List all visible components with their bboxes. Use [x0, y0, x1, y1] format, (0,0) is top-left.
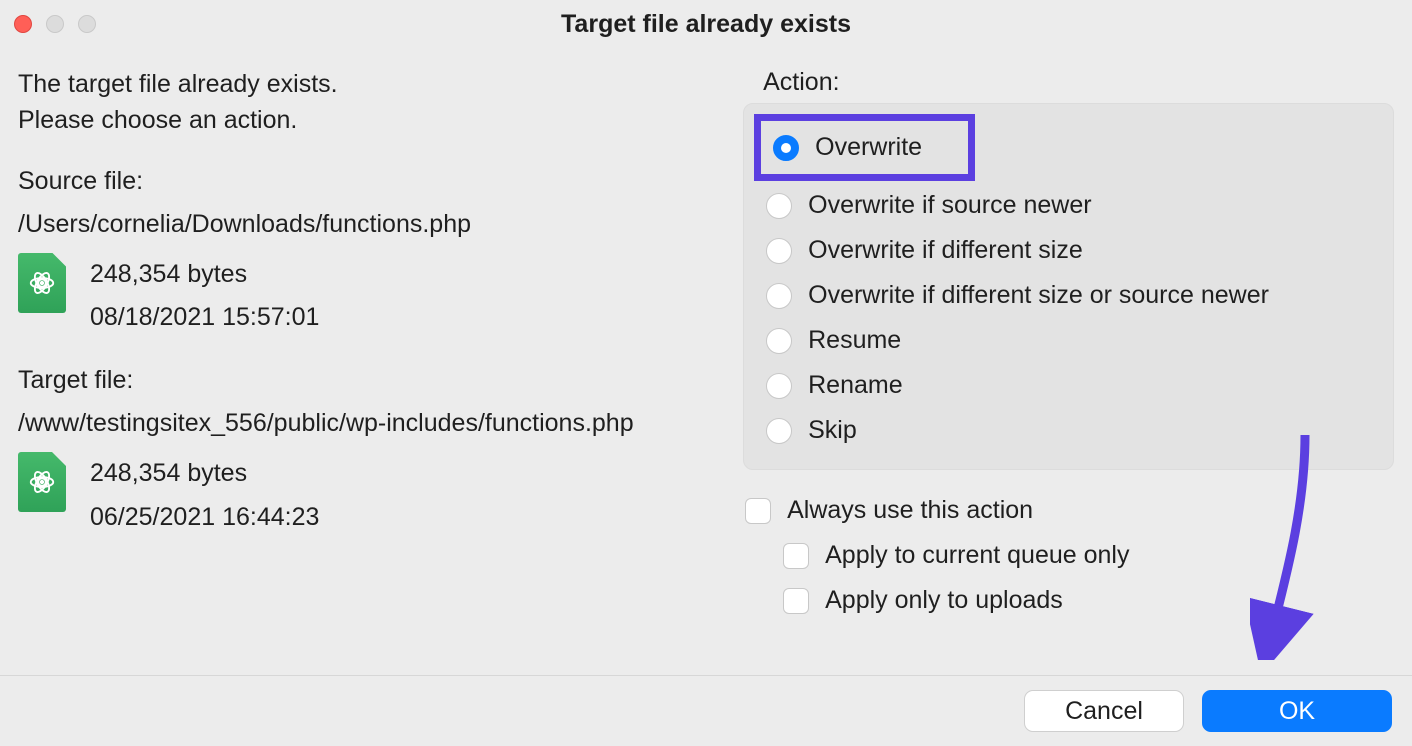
radio-icon: [766, 193, 792, 219]
source-file-date: 08/18/2021 15:57:01: [90, 296, 319, 340]
right-panel: Action: Overwrite Overwrite if source ne…: [743, 66, 1394, 623]
target-file-size: 248,354 bytes: [90, 452, 319, 496]
button-label: OK: [1279, 697, 1315, 726]
action-group-label: Action:: [763, 68, 1394, 97]
radio-label: Overwrite if source newer: [808, 191, 1091, 220]
source-file-info: 248,354 bytes 08/18/2021 15:57:01: [18, 253, 723, 341]
message-line: The target file already exists.: [18, 66, 723, 102]
checkbox-label: Apply only to uploads: [825, 586, 1063, 615]
radio-icon: [773, 135, 799, 161]
radio-label: Overwrite if different size or source ne…: [808, 281, 1269, 310]
source-file-path: /Users/cornelia/Downloads/functions.php: [18, 210, 723, 239]
annotation-highlight: Overwrite: [754, 114, 975, 181]
radio-resume[interactable]: Resume: [760, 318, 1377, 363]
titlebar: Target file already exists: [0, 0, 1412, 48]
checkbox-label: Always use this action: [787, 496, 1033, 525]
checkbox-icon: [783, 543, 809, 569]
target-file-path: /www/testingsitex_556/public/wp-includes…: [18, 409, 723, 438]
file-icon: [18, 452, 66, 512]
radio-icon: [766, 418, 792, 444]
checkbox-icon: [783, 588, 809, 614]
source-file-size: 248,354 bytes: [90, 253, 319, 297]
checkbox-always-use-this-action[interactable]: Always use this action: [743, 488, 1394, 533]
radio-overwrite-if-source-newer[interactable]: Overwrite if source newer: [760, 183, 1377, 228]
checkbox-icon: [745, 498, 771, 524]
radio-label: Overwrite if different size: [808, 236, 1083, 265]
window-title: Target file already exists: [0, 10, 1412, 39]
radio-label: Skip: [808, 416, 857, 445]
message-line: Please choose an action.: [18, 102, 723, 138]
radio-icon: [766, 373, 792, 399]
target-file-info: 248,354 bytes 06/25/2021 16:44:23: [18, 452, 723, 540]
checkbox-label: Apply to current queue only: [825, 541, 1129, 570]
checkbox-group: Always use this action Apply to current …: [743, 488, 1394, 623]
ok-button[interactable]: OK: [1202, 690, 1392, 732]
target-file-date: 06/25/2021 16:44:23: [90, 496, 319, 540]
checkbox-apply-only-to-uploads[interactable]: Apply only to uploads: [781, 578, 1394, 623]
cancel-button[interactable]: Cancel: [1024, 690, 1184, 732]
radio-label: Overwrite: [815, 133, 922, 162]
radio-overwrite-if-different-size[interactable]: Overwrite if different size: [760, 228, 1377, 273]
radio-skip[interactable]: Skip: [760, 408, 1377, 453]
action-group: Overwrite Overwrite if source newer Over…: [743, 103, 1394, 470]
target-file-label: Target file:: [18, 366, 723, 395]
checkbox-apply-to-current-queue-only[interactable]: Apply to current queue only: [781, 533, 1394, 578]
radio-label: Rename: [808, 371, 903, 400]
radio-overwrite-if-different-size-or-source-newer[interactable]: Overwrite if different size or source ne…: [760, 273, 1377, 318]
radio-icon: [766, 283, 792, 309]
radio-icon: [766, 238, 792, 264]
dialog-message: The target file already exists. Please c…: [18, 66, 723, 139]
file-icon: [18, 253, 66, 313]
source-file-label: Source file:: [18, 167, 723, 196]
radio-icon: [766, 328, 792, 354]
radio-label: Resume: [808, 326, 901, 355]
button-label: Cancel: [1065, 697, 1143, 726]
dialog-footer: Cancel OK: [0, 675, 1412, 746]
left-panel: The target file already exists. Please c…: [18, 66, 723, 623]
radio-overwrite[interactable]: Overwrite: [767, 125, 928, 170]
radio-rename[interactable]: Rename: [760, 363, 1377, 408]
